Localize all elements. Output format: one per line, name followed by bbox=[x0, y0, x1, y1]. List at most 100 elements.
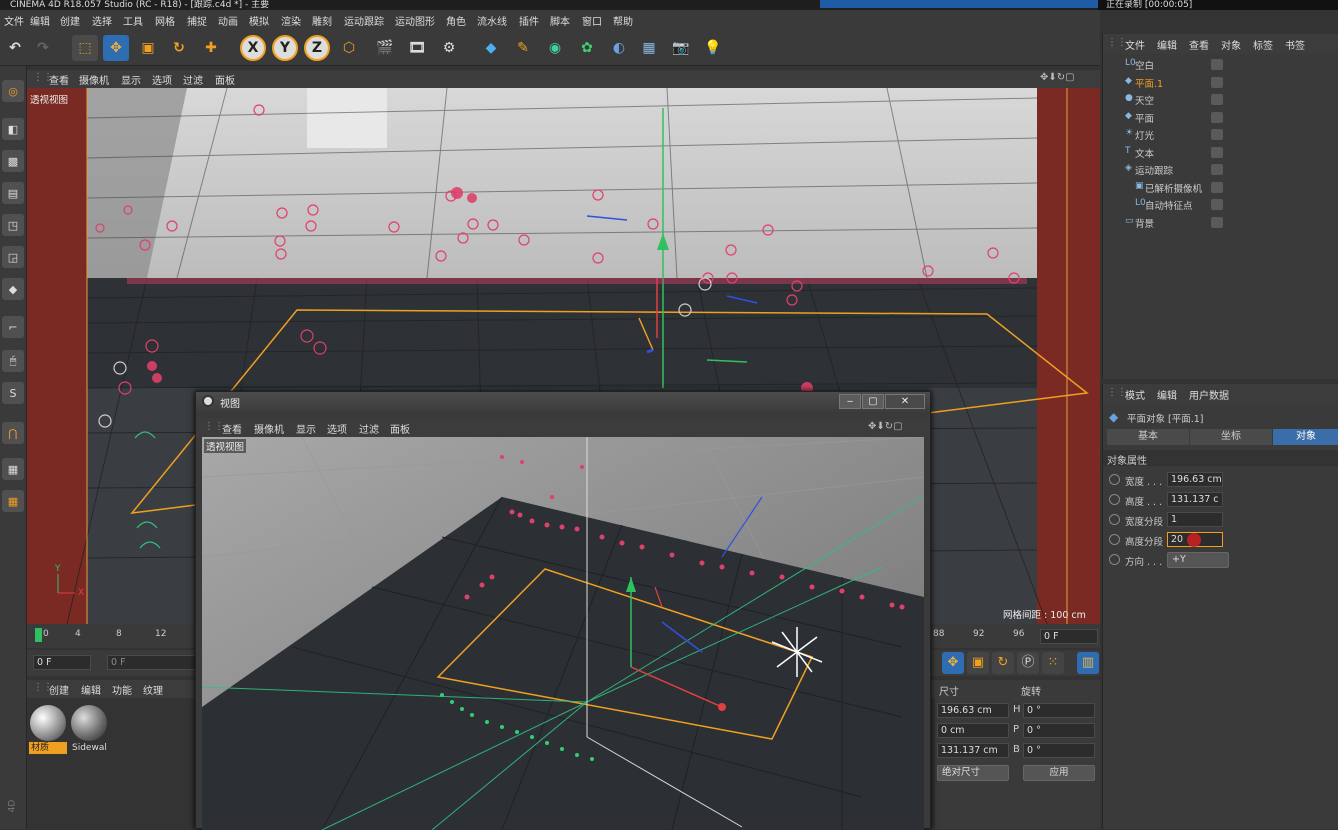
redo-icon[interactable]: ↷ bbox=[30, 35, 56, 61]
visibility-toggle-icon[interactable] bbox=[1211, 199, 1223, 210]
workplane-icon[interactable]: ▤ bbox=[2, 182, 24, 204]
size-x-field[interactable]: 196.63 cm bbox=[937, 703, 1009, 718]
subwindow-titlebar[interactable]: 视图 ‒ ▢ ✕ bbox=[196, 392, 930, 412]
end-frame-field[interactable]: 0 F bbox=[1040, 629, 1098, 644]
rotate-tool-icon[interactable]: ↻ bbox=[166, 35, 192, 61]
cube-icon[interactable]: ◆ bbox=[478, 35, 504, 61]
solo-icon[interactable]: S bbox=[2, 382, 24, 404]
floor-icon[interactable]: ▦ bbox=[636, 35, 662, 61]
snap-icon[interactable]: ⋂ bbox=[2, 422, 24, 444]
object-row[interactable]: ☀ 灯光 bbox=[1103, 126, 1338, 143]
scale-tool-icon[interactable]: ▣ bbox=[135, 35, 161, 61]
y-axis-lock-icon[interactable]: Y bbox=[272, 35, 298, 61]
make-editable-icon[interactable]: ◎ bbox=[2, 80, 24, 102]
visibility-toggle-icon[interactable] bbox=[1211, 76, 1223, 88]
apply-button[interactable]: 应用 bbox=[1023, 765, 1095, 781]
key-scale-icon[interactable]: ▣ bbox=[967, 652, 989, 674]
menu-select[interactable]: 选择 bbox=[92, 13, 112, 28]
visibility-toggle-icon[interactable] bbox=[1211, 111, 1223, 123]
z-axis-lock-icon[interactable]: Z bbox=[304, 35, 330, 61]
move-tool-icon[interactable]: ✥ bbox=[103, 35, 129, 61]
menu-script[interactable]: 脚本 bbox=[550, 13, 570, 28]
menu-plugins[interactable]: 插件 bbox=[519, 13, 539, 28]
menu-tools[interactable]: 工具 bbox=[123, 13, 143, 28]
sub-menu-view[interactable]: 查看 bbox=[222, 421, 242, 436]
vp-menu-options[interactable]: 选项 bbox=[152, 72, 172, 87]
animate-radio[interactable] bbox=[1109, 514, 1120, 525]
width-segments-field[interactable]: 1 bbox=[1167, 512, 1223, 527]
menu-render[interactable]: 渲染 bbox=[281, 13, 301, 28]
mat-menu-edit[interactable]: 编辑 bbox=[81, 682, 101, 697]
visibility-toggle-icon[interactable] bbox=[1211, 59, 1223, 70]
rot-p-field[interactable]: 0 ° bbox=[1023, 723, 1095, 738]
viewport-nav-icons[interactable]: ✥⬇↻▢ bbox=[1040, 72, 1075, 83]
attr-menu-mode[interactable]: 模式 bbox=[1125, 387, 1145, 402]
height-field[interactable]: 131.137 c bbox=[1167, 492, 1223, 507]
visibility-toggle-icon[interactable] bbox=[1211, 216, 1223, 228]
vp-menu-filter[interactable]: 过滤 bbox=[183, 72, 203, 87]
menu-motion-tracking[interactable]: 运动跟踪 bbox=[344, 13, 384, 28]
visibility-toggle-icon[interactable] bbox=[1211, 181, 1223, 193]
x-axis-lock-icon[interactable]: X bbox=[240, 35, 266, 61]
size-y-field[interactable]: 0 cm bbox=[937, 723, 1009, 738]
object-row[interactable]: T 文本 bbox=[1103, 144, 1338, 161]
animate-radio[interactable] bbox=[1109, 494, 1120, 505]
polygons-mode-icon[interactable]: ◆ bbox=[2, 278, 24, 300]
start-frame-field[interactable]: 0 F bbox=[33, 655, 91, 670]
menu-window[interactable]: 窗口 bbox=[582, 13, 602, 28]
render-view-icon[interactable]: 🎬 bbox=[372, 35, 398, 61]
camera-icon[interactable]: 📷 bbox=[668, 35, 694, 61]
edges-mode-icon[interactable]: ◲ bbox=[2, 246, 24, 268]
object-row[interactable]: L0 自动特征点 bbox=[1103, 196, 1338, 213]
mat-menu-texture[interactable]: 纹理 bbox=[143, 682, 163, 697]
tweak-mode-icon[interactable]: 🖱 bbox=[2, 350, 24, 372]
menu-animate[interactable]: 动画 bbox=[218, 13, 238, 28]
subwindow-viewport[interactable]: 透视视图 bbox=[202, 437, 924, 830]
vp-menu-panel[interactable]: 面板 bbox=[215, 72, 235, 87]
mat-menu-create[interactable]: 创建 bbox=[49, 682, 69, 697]
menu-help[interactable]: 帮助 bbox=[613, 13, 633, 28]
material-swatch[interactable]: Sidewal bbox=[70, 704, 108, 756]
animate-radio[interactable] bbox=[1109, 554, 1120, 565]
axis-mode-icon[interactable]: ⌐ bbox=[2, 316, 24, 338]
key-pla-icon[interactable]: ⁙ bbox=[1042, 652, 1064, 674]
tab-object[interactable]: 对象 bbox=[1273, 429, 1338, 445]
key-param-icon[interactable]: Ⓟ bbox=[1017, 652, 1039, 674]
timeline-icon[interactable]: ▥ bbox=[1077, 652, 1099, 674]
tab-basic[interactable]: 基本 bbox=[1107, 429, 1189, 445]
menu-mograph[interactable]: 运动图形 bbox=[395, 13, 435, 28]
object-row[interactable]: ◈ 运动跟踪 bbox=[1103, 161, 1338, 178]
lock-workplane-icon[interactable]: ▦ bbox=[2, 458, 24, 480]
om-menu-bookmarks[interactable]: 书签 bbox=[1285, 37, 1305, 52]
menu-pipeline[interactable]: 流水线 bbox=[477, 13, 507, 28]
key-rotate-icon[interactable]: ↻ bbox=[992, 652, 1014, 674]
current-frame-field[interactable]: 0 F bbox=[107, 655, 197, 670]
material-swatch[interactable]: 材质 bbox=[29, 704, 67, 756]
maximize-button[interactable]: ▢ bbox=[862, 394, 884, 409]
om-menu-tags[interactable]: 标签 bbox=[1253, 37, 1273, 52]
menu-create[interactable]: 创建 bbox=[60, 13, 80, 28]
object-row[interactable]: ◆ 平面.1 bbox=[1103, 74, 1338, 91]
size-z-field[interactable]: 131.137 cm bbox=[937, 743, 1009, 758]
grid-snap-icon[interactable]: ▦ bbox=[2, 490, 24, 512]
deformer-icon[interactable]: ◐ bbox=[606, 35, 632, 61]
subview-nav-icons[interactable]: ✥⬇↻▢ bbox=[868, 421, 903, 432]
attr-menu-userdata[interactable]: 用户数据 bbox=[1189, 387, 1229, 402]
object-row[interactable]: ▣ 已解析摄像机 bbox=[1103, 179, 1338, 196]
key-move-icon[interactable]: ✥ bbox=[942, 652, 964, 674]
attr-menu-edit[interactable]: 编辑 bbox=[1157, 387, 1177, 402]
object-row[interactable]: ▭ 背景 bbox=[1103, 214, 1338, 231]
sub-menu-camera[interactable]: 摄像机 bbox=[254, 421, 284, 436]
object-row[interactable]: ◆ 平面 bbox=[1103, 109, 1338, 126]
coordinate-system-icon[interactable]: ⬡ bbox=[336, 35, 362, 61]
om-menu-edit[interactable]: 编辑 bbox=[1157, 37, 1177, 52]
undo-icon[interactable]: ↶ bbox=[2, 35, 28, 61]
close-button[interactable]: ✕ bbox=[885, 394, 925, 409]
menu-character[interactable]: 角色 bbox=[446, 13, 466, 28]
texture-mode-icon[interactable]: ▩ bbox=[2, 150, 24, 172]
render-settings-icon[interactable]: ⚙ bbox=[436, 35, 462, 61]
vp-menu-camera[interactable]: 摄像机 bbox=[79, 72, 109, 87]
render-picture-viewer-icon[interactable]: 🎞 bbox=[404, 35, 430, 61]
vp-menu-display[interactable]: 显示 bbox=[121, 72, 141, 87]
vp-menu-view[interactable]: 查看 bbox=[49, 72, 69, 87]
